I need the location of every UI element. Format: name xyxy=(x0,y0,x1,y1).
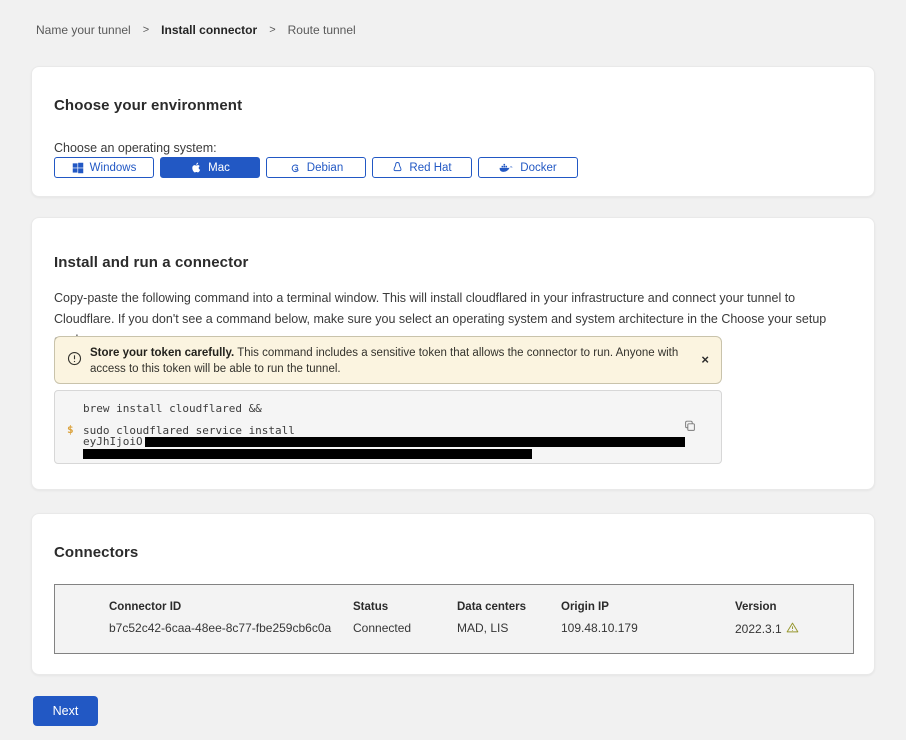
breadcrumb-item-install-connector[interactable]: Install connector xyxy=(161,23,257,37)
table-column-data-centers: Data centers MAD, LIS xyxy=(457,601,561,637)
connector-id-value: b7c52c42-6caa-48ee-8c77-fbe259cb6c0a xyxy=(109,621,353,635)
table-column-version: Version 2022.3.1 xyxy=(735,601,853,637)
install-command-code-block: $ brew install cloudflared && sudo cloud… xyxy=(54,390,722,464)
windows-icon xyxy=(72,162,84,174)
redacted-token-bar xyxy=(83,449,532,459)
breadcrumb-separator: > xyxy=(269,24,275,36)
shell-prompt: $ xyxy=(67,424,74,436)
table-column-origin-ip: Origin IP 109.48.10.179 xyxy=(561,601,735,637)
column-header: Connector ID xyxy=(109,601,353,613)
install-card-title: Install and run a connector xyxy=(54,254,248,271)
apple-icon xyxy=(190,161,202,174)
os-button-windows[interactable]: Windows xyxy=(54,157,154,178)
token-warning-banner: Store your token carefully. This command… xyxy=(54,336,722,384)
column-header: Data centers xyxy=(457,601,561,613)
column-header: Origin IP xyxy=(561,601,735,613)
os-button-label: Docker xyxy=(520,162,556,174)
alert-circle-icon xyxy=(67,351,82,371)
breadcrumb-item-route-tunnel[interactable]: Route tunnel xyxy=(288,23,356,37)
redhat-icon xyxy=(392,161,403,174)
version-value: 2022.3.1 xyxy=(735,621,853,637)
connectors-card-title: Connectors xyxy=(54,544,138,561)
connectors-table: Connector ID b7c52c42-6caa-48ee-8c77-fbe… xyxy=(54,584,854,654)
breadcrumb-separator: > xyxy=(143,24,149,36)
table-column-connector-id: Connector ID b7c52c42-6caa-48ee-8c77-fbe… xyxy=(109,601,353,637)
redacted-token-bar xyxy=(145,437,685,447)
os-button-label: Red Hat xyxy=(409,162,451,174)
column-header: Version xyxy=(735,601,853,613)
copy-icon[interactable] xyxy=(683,419,697,436)
next-button[interactable]: Next xyxy=(33,696,98,726)
os-button-label: Debian xyxy=(307,162,343,174)
debian-swirl-icon xyxy=(289,162,301,174)
os-button-redhat[interactable]: Red Hat xyxy=(372,157,472,178)
connectors-card: Connectors Connector ID b7c52c42-6caa-48… xyxy=(31,513,875,675)
breadcrumb-item-name-your-tunnel[interactable]: Name your tunnel xyxy=(36,23,131,37)
warning-triangle-icon xyxy=(786,621,799,637)
column-header: Status xyxy=(353,601,457,613)
environment-card-title: Choose your environment xyxy=(54,97,242,114)
os-button-label: Mac xyxy=(208,162,230,174)
os-button-label: Windows xyxy=(90,162,137,174)
code-line-token: eyJhIjoiO xyxy=(83,436,705,448)
origin-ip-value: 109.48.10.179 xyxy=(561,621,735,635)
status-badge: Connected xyxy=(353,621,457,635)
os-button-mac[interactable]: Mac xyxy=(160,157,260,178)
close-icon[interactable]: × xyxy=(701,353,709,366)
data-centers-value: MAD, LIS xyxy=(457,621,561,635)
table-column-status: Status Connected xyxy=(353,601,457,637)
choose-environment-card: Choose your environment Choose an operat… xyxy=(31,66,875,197)
docker-whale-icon xyxy=(499,162,514,174)
os-button-docker[interactable]: Docker xyxy=(478,157,578,178)
install-connector-card: Install and run a connector Copy-paste t… xyxy=(31,217,875,490)
code-line-brew: brew install cloudflared && xyxy=(83,403,705,415)
os-button-group: Windows Mac Debian Red Hat Docker xyxy=(54,157,578,178)
os-button-debian[interactable]: Debian xyxy=(266,157,366,178)
os-select-label: Choose an operating system: xyxy=(54,141,217,155)
code-line-sudo: sudo cloudflared service install xyxy=(83,425,705,437)
token-warning-text: Store your token carefully. This command… xyxy=(90,345,701,377)
breadcrumb: Name your tunnel > Install connector > R… xyxy=(36,23,356,37)
token-warning-title: Store your token carefully. xyxy=(90,347,234,359)
code-line-token-2 xyxy=(83,448,705,460)
